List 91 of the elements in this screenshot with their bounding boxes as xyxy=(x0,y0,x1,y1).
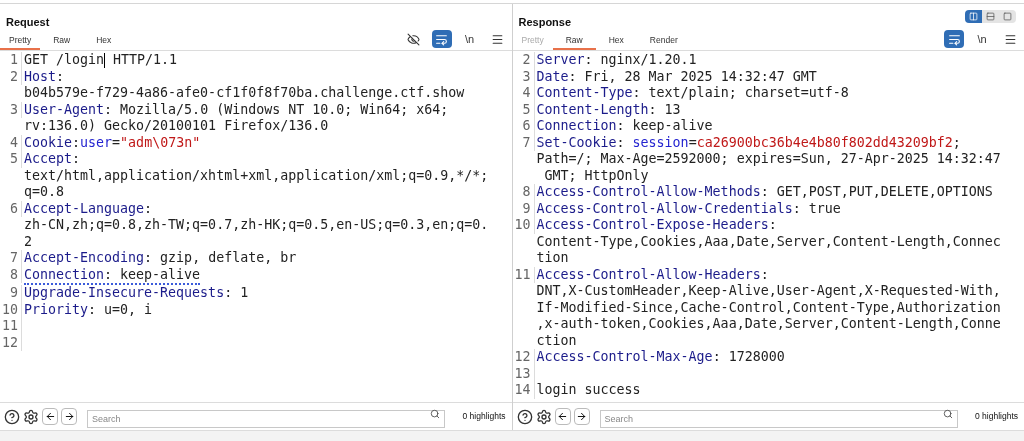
editor-tab[interactable]: Render xyxy=(636,32,691,50)
code-line: DNT,X-CustomHeader,Keep-Alive,User-Agent,X-Requested-With, xyxy=(536,283,1001,300)
search-field[interactable]: Search xyxy=(599,409,958,428)
line-number: 6 xyxy=(0,200,22,217)
settings-icon[interactable] xyxy=(23,408,39,425)
code-line: Access-Control-Expose-Headers: xyxy=(536,217,777,234)
back-button[interactable] xyxy=(554,408,571,425)
search-icon[interactable] xyxy=(430,408,441,419)
wrap-icon[interactable] xyxy=(431,30,452,48)
highlights-count: 0 highlights xyxy=(462,410,506,423)
line-number: 3 xyxy=(0,101,22,118)
code-line: Host: xyxy=(24,68,65,85)
line-number: 12 xyxy=(512,349,535,366)
line-number: 9 xyxy=(512,200,535,217)
line-number: 3 xyxy=(512,68,535,85)
code-line: tion xyxy=(536,250,569,267)
code-line: Path=/; Max-Age=2592000; expires=Sun, 27-Apr-2025 14:32:47 xyxy=(536,151,1001,168)
panel-title: Response xyxy=(518,14,572,30)
text-cursor xyxy=(104,52,106,68)
line-number: 11 xyxy=(0,318,22,335)
search-icon[interactable] xyxy=(943,408,953,419)
line-number: 4 xyxy=(0,134,22,151)
code-line: Content-Type,Cookies,Aaa,Date,Server,Content-Length,Connec xyxy=(536,233,1001,250)
forward-button[interactable] xyxy=(61,408,77,425)
wrap-icon[interactable] xyxy=(944,30,964,48)
code-line: Connection: keep-alive xyxy=(536,118,713,135)
code-line: If-Modified-Since,Cache-Control,Content-Type,Authorization xyxy=(536,299,1001,316)
line-number: 13 xyxy=(512,365,535,382)
code-line: Accept-Language: xyxy=(24,200,153,217)
code-line: Access-Control-Allow-Methods: GET,POST,PUT,DELETE,OPTIONS xyxy=(536,184,993,201)
stacked-view-icon[interactable] xyxy=(982,10,999,23)
code-line: rv:136.0) Gecko/20100101 Firefox/136.0 xyxy=(24,118,329,135)
code-line: Upgrade-Insecure-Requests: 1 xyxy=(24,285,249,302)
code-line: Accept: xyxy=(24,151,81,168)
code-line: Content-Type: text/plain; charset=utf-8 xyxy=(536,85,849,102)
code-line: GMT; HttpOnly xyxy=(543,167,649,184)
line-number: 7 xyxy=(0,250,22,267)
line-number: 4 xyxy=(512,85,535,102)
code-line: Connection: keep-alive xyxy=(24,266,201,285)
line-number: 12 xyxy=(0,334,22,351)
search-field[interactable]: Search xyxy=(87,409,446,428)
line-number: 14 xyxy=(512,382,535,399)
single-view-icon[interactable] xyxy=(999,10,1016,23)
code-line: Accept-Encoding: gzip, deflate, br xyxy=(24,250,297,267)
code-line: ction xyxy=(536,332,577,349)
code-line: GET /login HTTP/1.1 xyxy=(24,52,178,69)
newline-toggle[interactable]: \n xyxy=(459,30,480,48)
code-line: Set-Cookie: session=ca26900bc36b4e4b80f802dd43209bf2; xyxy=(536,134,961,151)
editor-tab[interactable]: Hex xyxy=(595,32,637,50)
editor-tab[interactable]: Hex xyxy=(83,32,125,50)
code-line: Date: Fri, 28 Mar 2025 14:32:47 GMT xyxy=(536,68,817,85)
code-line: text/html,application/xhtml+xml,application/xml;q=0.9,*/*; xyxy=(24,167,489,184)
editor-tab[interactable]: Pretty xyxy=(0,32,41,50)
newline-toggle[interactable]: \n xyxy=(972,30,992,48)
line-number: 1 xyxy=(0,52,22,69)
code-line: login success xyxy=(536,382,641,399)
help-icon[interactable] xyxy=(4,408,20,425)
line-number: 8 xyxy=(0,266,22,283)
panel-title: Request xyxy=(6,14,50,30)
highlights-count: 0 highlights xyxy=(975,410,1018,423)
line-number: 10 xyxy=(0,301,22,318)
line-number: 11 xyxy=(512,266,535,283)
code-line: Access-Control-Max-Age: 1728000 xyxy=(536,349,785,366)
code-line: Content-Length: 13 xyxy=(536,101,681,118)
back-button[interactable] xyxy=(42,408,58,425)
code-line: zh-CN,zh;q=0.8,zh-TW;q=0.7,zh-HK;q=0.5,en-US;q=0.3,en;q=0. xyxy=(24,217,489,234)
code-line: Cookie:user="adm\073n" xyxy=(24,134,201,151)
settings-icon[interactable] xyxy=(535,408,552,425)
line-number: 9 xyxy=(0,285,22,302)
split-view-icon[interactable] xyxy=(965,10,982,23)
code-line: User-Agent: Mozilla/5.0 (Windows NT 10.0; Win64; x64; xyxy=(24,101,449,118)
line-number: 10 xyxy=(512,217,535,234)
line-number: 7 xyxy=(512,134,535,151)
code-line: Access-Control-Allow-Headers: xyxy=(536,266,769,283)
line-number: 5 xyxy=(0,151,22,168)
forward-button[interactable] xyxy=(573,408,590,425)
code-line: Priority: u=0, i xyxy=(24,301,153,318)
code-line: ,x-auth-token,Cookies,Aaa,Date,Server,Content-Length,Conne xyxy=(536,316,1001,333)
code-line: q=0.8 xyxy=(24,184,65,201)
code-line: Server: nginx/1.20.1 xyxy=(536,52,697,69)
code-line: b04b579e-f729-4a86-afe0-cf1f0f8f70ba.challenge.ctf.show xyxy=(24,85,465,102)
help-icon[interactable] xyxy=(516,408,533,425)
code-line: Access-Control-Allow-Credentials: true xyxy=(536,200,841,217)
line-number: 2 xyxy=(512,52,535,69)
editor-tab[interactable]: Raw xyxy=(40,32,84,50)
line-number: 2 xyxy=(0,68,22,85)
line-number: 5 xyxy=(512,101,535,118)
line-number: 8 xyxy=(512,184,535,201)
line-number: 6 xyxy=(512,118,535,135)
editor-tab[interactable]: Raw xyxy=(552,32,596,50)
code-line: 2 xyxy=(24,233,32,250)
